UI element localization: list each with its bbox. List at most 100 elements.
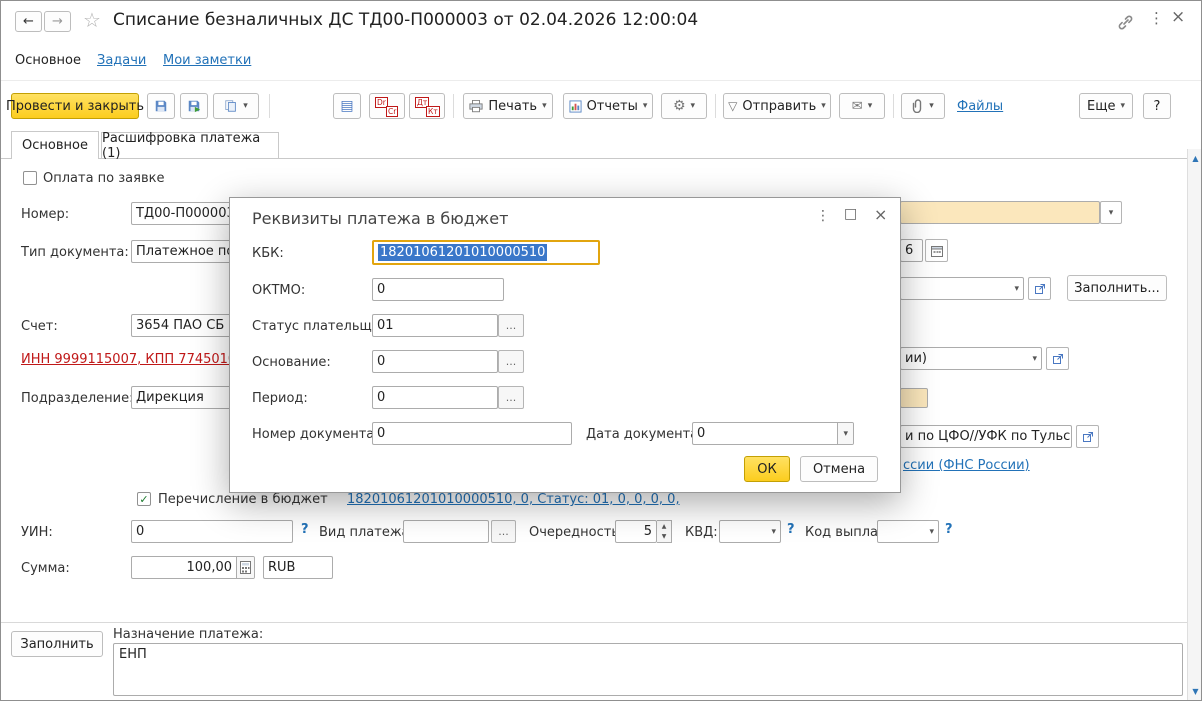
oktmo-input[interactable]: 0 xyxy=(372,278,504,301)
scroll-down-icon[interactable]: ▼ xyxy=(1188,684,1202,698)
dialog-cancel-button[interactable]: Отмена xyxy=(800,456,878,482)
post-and-close-button[interactable]: Провести и закрыть xyxy=(11,93,139,119)
close-glyph: × xyxy=(1171,7,1185,27)
uin-input[interactable]: 0 xyxy=(131,520,293,543)
chevron-down-icon: ▾ xyxy=(925,527,934,537)
budget-requisites-dialog: Реквизиты платежа в бюджет ⋮ □ × КБК: 18… xyxy=(229,197,901,493)
payer-status-value: 01 xyxy=(377,318,394,333)
chevron-down-icon: ▾ xyxy=(1120,101,1125,111)
attachments-button[interactable]: ▾ xyxy=(901,93,945,119)
payer-status-select-button[interactable]: ... xyxy=(498,314,524,337)
send-document-button[interactable]: ✉ ▾ xyxy=(839,93,885,119)
reports-button[interactable]: Отчеты ▾ xyxy=(563,93,653,119)
favorite-star-icon[interactable]: ☆ xyxy=(83,8,101,32)
kvd-help-icon[interactable]: ? xyxy=(787,522,795,537)
basis-select-button[interactable]: ... xyxy=(498,350,524,373)
counterparty-combo-fragment[interactable] xyxy=(900,201,1100,224)
pay-by-request-checkbox[interactable] xyxy=(23,171,37,185)
kbk-input[interactable]: 18201061201010000510 xyxy=(372,240,600,265)
drcr-button[interactable]: Dr Cr xyxy=(369,93,405,119)
organization-fragment: ии) xyxy=(905,351,927,366)
organization-combo-fragment[interactable]: ии) ▾ xyxy=(900,347,1042,370)
nav-item-tasks[interactable]: Задачи xyxy=(97,53,146,68)
report-icon xyxy=(569,100,582,113)
sum-input[interactable]: 100,00 xyxy=(131,556,255,579)
fill-requisites-button[interactable]: Заполнить... xyxy=(1067,275,1167,301)
chevron-down-icon: ▾ xyxy=(843,429,848,439)
counterparty-dropdown-button[interactable]: ▾ xyxy=(1100,201,1122,224)
inn-kpp-link[interactable]: ИНН 9999115007, КПП 7745010 xyxy=(21,352,236,367)
priority-spinner[interactable]: ▲ ▼ xyxy=(657,520,672,543)
dialog-maximize-icon[interactable]: □ xyxy=(844,206,857,222)
oktmo-value: 0 xyxy=(377,282,385,297)
toolbar-divider xyxy=(715,94,716,118)
doc-number-label: Номер документа: xyxy=(252,427,379,442)
register-icon: ▤ xyxy=(340,98,353,114)
period-select-button[interactable]: ... xyxy=(498,386,524,409)
currency-input[interactable]: RUB xyxy=(263,556,333,579)
window-close-icon[interactable]: × xyxy=(1171,7,1185,27)
organization-open-button[interactable] xyxy=(1046,347,1069,370)
chevron-down-icon: ▾ xyxy=(1010,284,1019,294)
dialog-ok-button[interactable]: ОК xyxy=(744,456,790,482)
fns-link-fragment[interactable]: ссии (ФНС России) xyxy=(903,458,1030,473)
payer-status-input[interactable]: 01 xyxy=(372,314,498,337)
vertical-scrollbar[interactable]: ▲ ▼ xyxy=(1187,149,1202,701)
contract-combo-fragment[interactable]: ▾ xyxy=(900,277,1024,300)
copy-link-icon[interactable] xyxy=(1117,14,1134,31)
help-button[interactable]: ? xyxy=(1143,93,1171,119)
back-icon: ← xyxy=(23,14,34,29)
contract-open-button[interactable] xyxy=(1028,277,1051,300)
tab-main[interactable]: Основное xyxy=(11,131,99,159)
payment-kind-select-button[interactable]: ... xyxy=(491,520,516,543)
save-button[interactable] xyxy=(147,93,175,119)
doc-type-input[interactable]: Платежное по xyxy=(131,240,231,263)
send-button[interactable]: ▽ Отправить ▾ xyxy=(723,93,831,119)
scroll-up-icon[interactable]: ▲ xyxy=(1188,151,1202,165)
payout-code-help-icon[interactable]: ? xyxy=(945,522,953,537)
nav-item-main[interactable]: Основное xyxy=(15,53,81,68)
purpose-textarea[interactable]: ЕНП xyxy=(113,643,1183,696)
uin-help-icon[interactable]: ? xyxy=(301,522,309,537)
back-button[interactable]: ← xyxy=(15,11,42,32)
post-button[interactable] xyxy=(180,93,208,119)
dialog-menu-icon[interactable]: ⋮ xyxy=(816,208,830,224)
files-link[interactable]: Файлы xyxy=(957,99,1003,114)
required-field-fragment[interactable] xyxy=(900,388,928,408)
priority-input[interactable]: 5 xyxy=(615,520,657,543)
drcr-bottom-label: Cr xyxy=(386,106,398,117)
fill-purpose-button[interactable]: Заполнить xyxy=(11,631,103,657)
calculator-icon[interactable] xyxy=(236,557,254,578)
recipient-combo-fragment[interactable]: и по ЦФО//УФК по Тульско ▾ xyxy=(900,425,1072,448)
nav-item-notes[interactable]: Мои заметки xyxy=(163,53,251,68)
dtkt-button[interactable]: Дт Кт xyxy=(409,93,445,119)
doc-number-input[interactable]: 0 xyxy=(372,422,572,445)
doc-date-dropdown-button[interactable]: ▾ xyxy=(837,423,853,444)
doc-date-input[interactable]: 0 ▾ xyxy=(692,422,854,445)
number-input[interactable]: ТД00-П000003 xyxy=(131,202,231,225)
recipient-open-button[interactable] xyxy=(1076,425,1099,448)
create-based-on-button[interactable]: ▾ xyxy=(213,93,259,119)
department-input[interactable]: Дирекция xyxy=(131,386,231,409)
date-fragment-value: 6 xyxy=(905,243,913,258)
registers-button[interactable]: ▤ xyxy=(333,93,361,119)
payment-kind-input[interactable] xyxy=(403,520,489,543)
window-menu-icon[interactable]: ⋮ xyxy=(1149,9,1164,27)
kvd-combo[interactable]: ▾ xyxy=(719,520,781,543)
more-button[interactable]: Еще ▾ xyxy=(1079,93,1133,119)
period-input[interactable]: 0 xyxy=(372,386,498,409)
date-input-fragment[interactable]: 6 xyxy=(900,239,923,262)
open-form-icon xyxy=(1082,431,1094,443)
print-button[interactable]: Печать ▾ xyxy=(463,93,553,119)
budget-transfer-checkbox[interactable]: ✓ xyxy=(137,492,151,506)
tab-payment-decoding[interactable]: Расшифровка платежа (1) xyxy=(101,132,279,159)
calendar-button[interactable] xyxy=(925,239,948,262)
budget-requisites-link[interactable]: 18201061201010000510, 0, Статус: 01, 0, … xyxy=(347,492,680,507)
basis-input[interactable]: 0 xyxy=(372,350,498,373)
department-value: Дирекция xyxy=(136,390,204,405)
payout-code-combo[interactable]: ▾ xyxy=(877,520,939,543)
dialog-close-icon[interactable]: × xyxy=(874,205,887,224)
account-input[interactable]: 3654 ПАО СБ xyxy=(131,314,231,337)
settings-button[interactable]: ⚙ ▾ xyxy=(661,93,707,119)
forward-button[interactable]: → xyxy=(44,11,71,32)
